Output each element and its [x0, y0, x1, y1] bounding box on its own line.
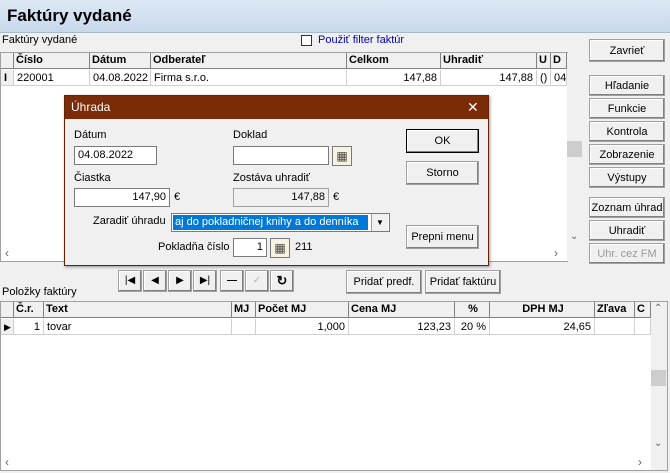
col-cr[interactable]: Č.r.: [14, 302, 44, 318]
view-button[interactable]: Zobrazenie: [589, 144, 665, 165]
cell-uhradit[interactable]: 147,88: [441, 70, 537, 86]
assign-payment-value: aj do pokladničnej knihy a do denníka: [173, 215, 368, 230]
chevron-down-icon[interactable]: ▼: [371, 214, 388, 231]
row-marker[interactable]: I: [1, 70, 14, 86]
payments-list-button[interactable]: Zoznam úhrad: [589, 197, 665, 218]
amount-label: Čiastka: [74, 172, 111, 184]
col-uhradit[interactable]: Uhradiť: [441, 53, 537, 69]
cashbox-field[interactable]: 1: [233, 238, 267, 257]
prev-record-button[interactable]: ◀: [143, 270, 167, 292]
last-record-button[interactable]: ▶|: [193, 270, 217, 292]
cell-u[interactable]: (): [537, 70, 551, 86]
assign-payment-label: Zaradiť úhradu: [93, 215, 166, 227]
items-row-marker-icon[interactable]: ▶: [1, 319, 14, 335]
cell-odberatel[interactable]: Firma s.r.o.: [151, 70, 347, 86]
items-vscrollbar[interactable]: ⌃ ⌄: [651, 302, 667, 470]
col-c[interactable]: C: [635, 302, 651, 318]
cell-pct[interactable]: 20 %: [455, 319, 490, 335]
title-bar: Faktúry vydané: [0, 0, 670, 33]
invoices-vscrollbar[interactable]: ⌄: [567, 53, 583, 261]
remaining-field: 147,88: [233, 188, 329, 207]
add-proforma-button[interactable]: Pridať predf.: [346, 270, 422, 294]
col-text[interactable]: Text: [44, 302, 232, 318]
date-field[interactable]: 04.08.2022: [74, 146, 157, 165]
next-record-button[interactable]: ▶: [168, 270, 192, 292]
items-scroll-up-icon[interactable]: ⌃: [654, 303, 662, 314]
filter-checkbox-label[interactable]: Použiť filter faktúr: [318, 34, 404, 46]
scroll-right-icon[interactable]: ›: [554, 246, 558, 260]
col-d[interactable]: D: [551, 53, 567, 69]
ok-button[interactable]: OK: [406, 129, 479, 153]
functions-button[interactable]: Funkcie: [589, 98, 665, 119]
search-button[interactable]: Hľadanie: [589, 75, 665, 96]
invoices-vscroll-thumb[interactable]: [567, 141, 582, 157]
document-field[interactable]: [233, 146, 329, 165]
cell-d[interactable]: 04: [551, 70, 567, 86]
switch-menu-button[interactable]: Prepni menu: [406, 225, 479, 249]
cashbox-lookup-icon[interactable]: ▦: [270, 238, 290, 258]
document-label: Doklad: [233, 129, 268, 141]
remaining-label: Zostáva uhradiť: [233, 172, 310, 184]
dialog-title-bar: Úhrada ✕: [65, 96, 488, 119]
col-odberatel[interactable]: Odberateľ: [151, 53, 347, 69]
cashbox-code: 211: [295, 241, 313, 253]
dialog-title: Úhrada: [71, 100, 111, 114]
items-indicator-header: [1, 302, 14, 318]
col-pocet-mj[interactable]: Počet MJ: [256, 302, 349, 318]
scroll-down-icon[interactable]: ⌄: [570, 231, 578, 242]
col-zlava[interactable]: Zľava: [595, 302, 635, 318]
cell-celkom[interactable]: 147,88: [347, 70, 441, 86]
outputs-button[interactable]: Výstupy: [589, 167, 665, 188]
col-dph-mj[interactable]: DPH MJ: [490, 302, 595, 318]
cell-mj[interactable]: [232, 319, 256, 335]
items-scroll-left-icon[interactable]: ‹: [5, 455, 9, 469]
invoices-label: Faktúry vydané: [2, 34, 78, 46]
scroll-left-icon[interactable]: ‹: [5, 246, 9, 260]
cell-datum[interactable]: 04.08.2022: [90, 70, 151, 86]
cashbox-label: Pokladňa číslo: [158, 241, 230, 253]
row-indicator-header: [1, 53, 14, 69]
col-cena-mj[interactable]: Cena MJ: [349, 302, 455, 318]
storno-button[interactable]: Storno: [406, 161, 479, 185]
amount-currency: €: [174, 191, 181, 203]
pay-via-fm-button[interactable]: Uhr. cez FM: [589, 243, 665, 264]
cell-cena-mj[interactable]: 123,23: [349, 319, 455, 335]
col-datum[interactable]: Dátum: [90, 53, 151, 69]
cell-zlava[interactable]: [595, 319, 635, 335]
close-icon[interactable]: ✕: [467, 96, 479, 119]
col-mj[interactable]: MJ: [232, 302, 256, 318]
cell-dph-mj[interactable]: 24,65: [490, 319, 595, 335]
cell-pocet-mj[interactable]: 1,000: [256, 319, 349, 335]
calendar-icon[interactable]: ▦: [332, 146, 352, 166]
col-cislo[interactable]: Číslo: [14, 53, 90, 69]
col-pct[interactable]: %: [455, 302, 490, 318]
cell-cr[interactable]: 1: [14, 319, 44, 335]
items-scroll-right-icon[interactable]: ›: [638, 455, 642, 469]
filter-checkbox[interactable]: [301, 35, 312, 46]
assign-payment-select[interactable]: aj do pokladničnej knihy a do denníka ▼: [171, 213, 390, 232]
items-vscroll-thumb[interactable]: [651, 370, 666, 386]
items-label: Položky faktúry: [2, 286, 77, 298]
pay-button[interactable]: Uhradiť: [589, 220, 665, 241]
cell-c[interactable]: [635, 319, 651, 335]
window-title: Faktúry vydané: [7, 6, 132, 25]
items-table[interactable]: Č.r. Text MJ Počet MJ Cena MJ % DPH MJ Z…: [0, 301, 668, 471]
cell-text[interactable]: tovar: [44, 319, 232, 335]
remaining-currency: €: [333, 191, 340, 203]
refresh-button[interactable]: ↻: [270, 270, 294, 292]
payment-dialog: Úhrada ✕ Dátum 04.08.2022 Doklad ▦ Čiast…: [64, 95, 489, 266]
amount-field[interactable]: 147,90: [74, 188, 170, 207]
items-scroll-down-icon[interactable]: ⌄: [654, 438, 662, 449]
date-label: Dátum: [74, 129, 107, 141]
check-button[interactable]: Kontrola: [589, 121, 665, 142]
delete-record-button[interactable]: —: [220, 270, 244, 292]
cell-cislo[interactable]: 220001: [14, 70, 90, 86]
post-edit-button[interactable]: ✓: [245, 270, 269, 292]
close-button[interactable]: Zavrieť: [589, 39, 665, 62]
first-record-button[interactable]: |◀: [118, 270, 142, 292]
col-celkom[interactable]: Celkom: [347, 53, 441, 69]
col-u[interactable]: U: [537, 53, 551, 69]
add-invoice-button[interactable]: Pridať faktúru: [425, 270, 501, 294]
